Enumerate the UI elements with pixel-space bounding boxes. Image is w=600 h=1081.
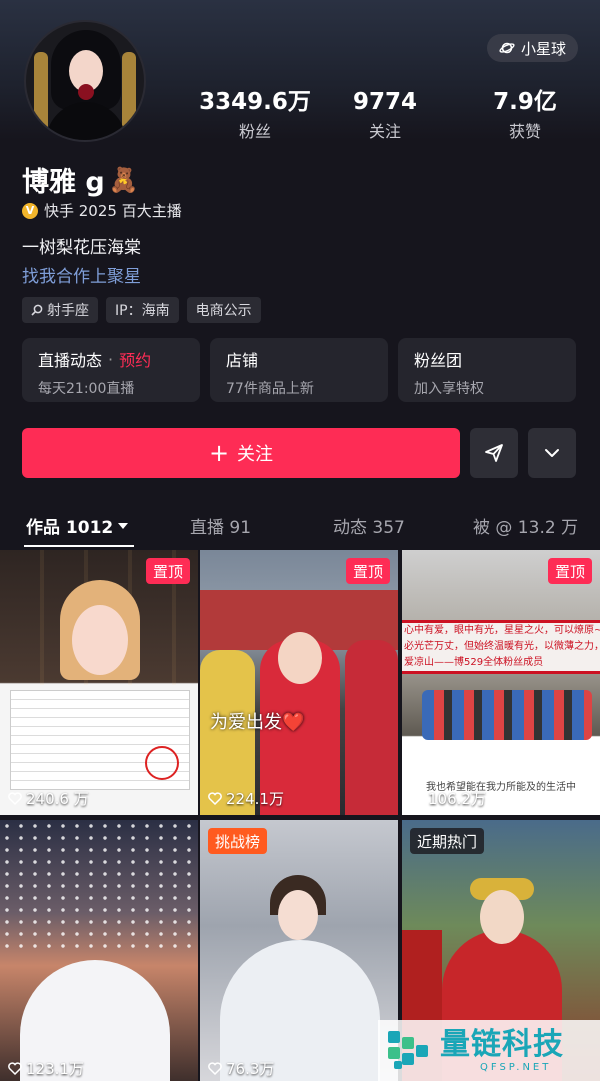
- reserve-link[interactable]: 预约: [119, 347, 151, 371]
- watermark: 量链科技 QFSP.NET: [378, 1020, 600, 1081]
- bear-emoji-icon: 🧸: [108, 165, 139, 194]
- stat-label: 关注: [368, 122, 401, 141]
- tab-mentions[interactable]: 被 @ 13.2 万: [473, 513, 578, 538]
- video-caption: 为爱出发❤️: [210, 712, 305, 733]
- watermark-logo-icon: [388, 1030, 428, 1069]
- stat-value: 3349.6万: [199, 89, 311, 115]
- heart-icon: [410, 792, 424, 805]
- stat-value: 7.9亿: [493, 89, 557, 115]
- card-subtitle: 加入享特权: [414, 381, 484, 397]
- card-title: 粉丝团: [414, 351, 463, 370]
- chevron-down-icon: [545, 449, 559, 457]
- stat-following[interactable]: 9774 关注: [340, 88, 430, 142]
- tag-label: 射手座: [47, 303, 89, 319]
- card-subtitle: 77件商品上新: [226, 381, 314, 397]
- tag-label: 电商公示: [195, 303, 252, 319]
- stats-row: 3349.6万 粉丝 9774 关注 7.9亿 获赞: [180, 88, 580, 142]
- profile-name: 博雅 g 🧸: [22, 160, 139, 199]
- planet-label: 小星球: [520, 39, 566, 58]
- follow-label: 关注: [237, 444, 274, 465]
- tab-works[interactable]: 作品 1012: [26, 513, 129, 538]
- watermark-sub: QFSP.NET: [480, 1062, 552, 1073]
- video-thumb[interactable]: 123.1万: [0, 820, 198, 1081]
- card-title: 店铺: [226, 351, 259, 370]
- like-count-text: 240.6 万: [26, 790, 89, 808]
- stat-label: 粉丝: [238, 122, 271, 141]
- tag-ip: IP：海南: [106, 297, 179, 323]
- like-count: 123.1万: [8, 1058, 84, 1079]
- video-thumb[interactable]: 为爱出发❤️ 置顶 224.1万: [200, 550, 398, 815]
- feature-cards: 直播动态 · 预约 每天21:00直播 店铺 77件商品上新 粉丝团 加入享特权: [22, 338, 576, 402]
- video-thumb[interactable]: 挑战榜 76.3万: [200, 820, 398, 1081]
- action-row: + 关注: [22, 428, 576, 478]
- share-icon: [485, 444, 503, 462]
- tab-underline: [24, 545, 134, 547]
- tag-ecommerce[interactable]: 电商公示: [186, 297, 261, 323]
- heart-icon: [8, 792, 22, 805]
- planet-button[interactable]: 小星球: [486, 34, 578, 62]
- tab-label: 被 @ 13.2 万: [473, 518, 579, 538]
- like-count: 106.2万: [410, 788, 486, 809]
- pinned-badge: 置顶: [145, 558, 190, 584]
- charity-banner: 心中有爱，眼中有光，星星之火，可以燎原~ 必光芒万丈，但始终温暖有光，以微薄之力…: [402, 620, 600, 674]
- shop-card[interactable]: 店铺 77件商品上新: [210, 338, 388, 402]
- like-count-text: 76.3万: [226, 1060, 275, 1078]
- like-count: 76.3万: [208, 1058, 274, 1079]
- pinned-badge: 置顶: [345, 558, 390, 584]
- video-thumb[interactable]: 心中有爱，眼中有光，星星之火，可以燎原~ 必光芒万丈，但始终温暖有光，以微薄之力…: [402, 550, 600, 815]
- challenge-badge: 挑战榜: [208, 828, 268, 854]
- tab-label: 作品 1012: [26, 518, 114, 538]
- like-count-text: 224.1万: [226, 790, 284, 808]
- verified-text: 快手 2025 百大主播: [44, 202, 182, 220]
- stat-value: 9774: [352, 89, 417, 115]
- like-count-text: 123.1万: [26, 1060, 84, 1078]
- card-subtitle: 每天21:00直播: [38, 381, 135, 397]
- collab-link[interactable]: 找我合作上聚星: [22, 262, 141, 287]
- caret-down-icon: [118, 522, 129, 529]
- heart-icon: [8, 1062, 22, 1075]
- profile-name-text: 博雅 g: [22, 167, 105, 198]
- stat-label: 获赞: [508, 122, 541, 141]
- live-card[interactable]: 直播动态 · 预约 每天21:00直播: [22, 338, 200, 402]
- tag-row: 射手座 IP：海南 电商公示: [22, 297, 261, 323]
- tag-label: IP：海南: [115, 303, 170, 319]
- like-count: 224.1万: [208, 788, 284, 809]
- watermark-title: 量链科技: [440, 1027, 564, 1062]
- video-thumb[interactable]: 置顶 240.6 万: [0, 550, 198, 815]
- stat-followers[interactable]: 3349.6万 粉丝: [180, 88, 330, 142]
- tab-live[interactable]: 直播 91: [190, 513, 251, 538]
- heart-icon: [208, 792, 222, 805]
- more-button[interactable]: [528, 428, 576, 478]
- plus-icon: +: [208, 439, 230, 467]
- share-button[interactable]: [470, 428, 518, 478]
- trending-badge: 近期热门: [410, 828, 485, 854]
- like-count-text: 106.2万: [428, 790, 486, 808]
- stat-likes[interactable]: 7.9亿 获赞: [470, 88, 580, 142]
- pinned-badge: 置顶: [547, 558, 592, 584]
- content-tabs: 作品 1012 直播 91 动态 357 被 @ 13.2 万: [0, 505, 600, 547]
- verified-row: V 快手 2025 百大主播: [22, 200, 182, 221]
- profile-bio: 一树梨花压海棠: [22, 238, 141, 258]
- verified-badge-icon: V: [22, 202, 38, 219]
- search-icon: [31, 304, 43, 316]
- heart-icon: [208, 1062, 222, 1075]
- tab-label: 动态 357: [333, 518, 405, 538]
- planet-icon: [499, 42, 515, 54]
- fan-club-card[interactable]: 粉丝团 加入享特权: [398, 338, 576, 402]
- tag-zodiac[interactable]: 射手座: [22, 297, 98, 323]
- avatar[interactable]: [24, 20, 146, 142]
- card-title: 直播动态: [38, 351, 103, 370]
- tab-moments[interactable]: 动态 357: [333, 513, 405, 538]
- tab-label: 直播 91: [190, 518, 252, 538]
- card-dot: ·: [108, 349, 114, 369]
- follow-button[interactable]: + 关注: [22, 428, 460, 478]
- like-count: 240.6 万: [8, 788, 89, 809]
